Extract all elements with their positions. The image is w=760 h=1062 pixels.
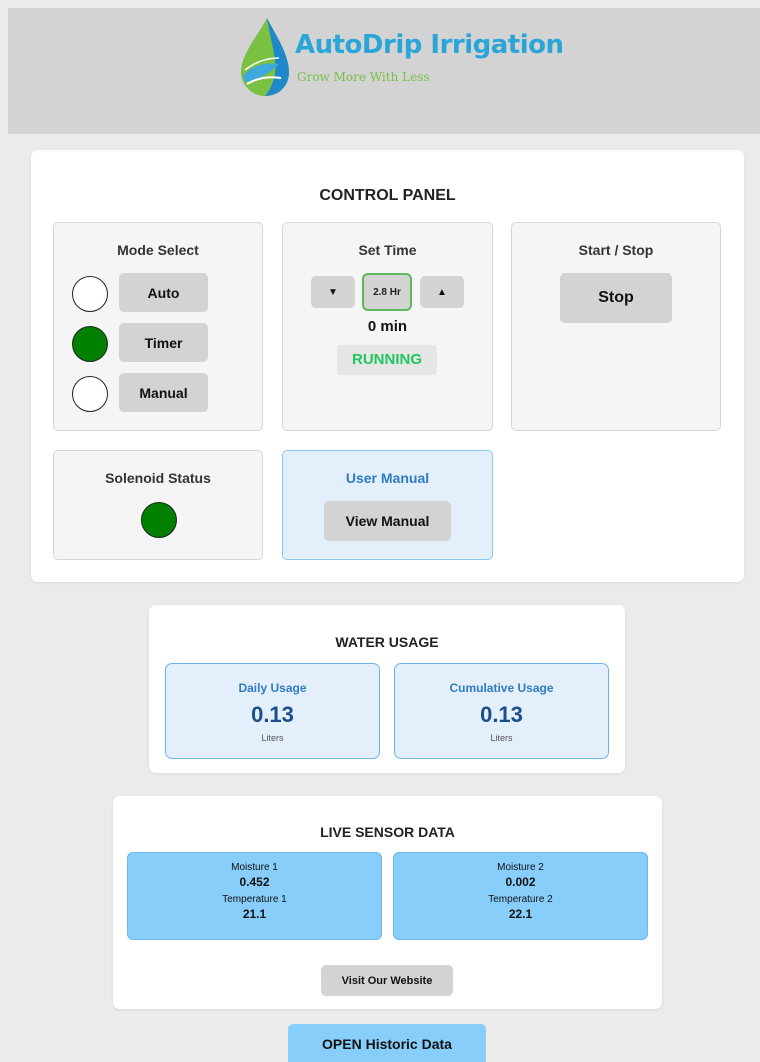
temperature-2-label: Temperature 2 [488,894,553,905]
time-remaining: 0 min [367,318,408,335]
temperature-2-value: 22.1 [508,907,533,921]
cumulative-usage-label: Cumulative Usage [449,681,554,695]
cumulative-usage-value: 0.13 [480,702,523,727]
moisture-2-value: 0.002 [505,875,536,889]
timer-mode-button[interactable]: Timer [119,323,208,362]
decrease-time-button[interactable]: ▼ [311,276,355,308]
sensor-2-box: Moisture 2 0.002 Temperature 2 22.1 [393,852,648,940]
set-time-title: Set Time [358,242,417,258]
brand-logo: AutoDrip Irrigation Grow More With Less [233,14,564,100]
triangle-down-icon: ▼ [328,286,338,298]
timer-mode-radio[interactable] [72,326,108,362]
user-manual-title: User Manual [345,470,430,486]
increase-time-button[interactable]: ▲ [420,276,464,308]
user-manual-panel: User Manual View Manual [282,450,493,560]
time-value-display[interactable]: 2.8 Hr [362,273,412,311]
moisture-1-label: Moisture 1 [231,862,278,873]
triangle-up-icon: ▲ [437,286,447,298]
solenoid-indicator [141,502,177,538]
auto-mode-button[interactable]: Auto [119,273,208,312]
view-manual-button[interactable]: View Manual [324,501,451,541]
sensor-data-title: LIVE SENSOR DATA [320,824,455,840]
brand-tagline: Grow More With Less [297,70,430,84]
start-stop-title: Start / Stop [578,242,654,258]
stop-button[interactable]: Stop [560,273,672,323]
daily-usage-label: Daily Usage [238,681,307,695]
start-stop-panel: Start / Stop Stop [511,222,721,431]
manual-mode-button[interactable]: Manual [119,373,208,412]
water-usage-title: WATER USAGE [335,634,439,650]
daily-usage-value: 0.13 [251,702,294,727]
water-drop-leaf-icon [241,18,289,96]
sensor-data-card: LIVE SENSOR DATA Moisture 1 0.452 Temper… [113,796,662,1009]
cumulative-usage-unit: Liters [490,733,513,743]
cumulative-usage-box: Cumulative Usage 0.13 Liters [394,663,609,759]
auto-mode-radio[interactable] [72,276,108,312]
solenoid-status-panel: Solenoid Status [53,450,263,560]
temperature-1-label: Temperature 1 [222,894,287,905]
moisture-2-label: Moisture 2 [497,862,544,873]
water-usage-card: WATER USAGE Daily Usage 0.13 Liters Cumu… [149,605,625,773]
daily-usage-box: Daily Usage 0.13 Liters [165,663,380,759]
header: AutoDrip Irrigation Grow More With Less [8,8,760,134]
mode-select-title: Mode Select [117,242,199,258]
temperature-1-value: 21.1 [242,907,267,921]
daily-usage-unit: Liters [261,733,284,743]
control-panel-card: CONTROL PANEL Mode Select Auto Timer Man… [31,150,744,582]
control-panel-title: CONTROL PANEL [319,187,456,204]
status-badge: RUNNING [337,345,437,375]
visit-website-button[interactable]: Visit Our Website [321,965,453,996]
solenoid-status-title: Solenoid Status [105,470,211,486]
brand-name: AutoDrip Irrigation [295,30,564,60]
sensor-1-box: Moisture 1 0.452 Temperature 1 21.1 [127,852,382,940]
moisture-1-value: 0.452 [239,875,270,889]
manual-mode-radio[interactable] [72,376,108,412]
set-time-panel: Set Time ▼ 2.8 Hr ▲ 0 min RUNNING [282,222,493,431]
open-historic-data-button[interactable]: OPEN Historic Data [288,1024,486,1062]
mode-select-panel: Mode Select Auto Timer Manual [53,222,263,431]
